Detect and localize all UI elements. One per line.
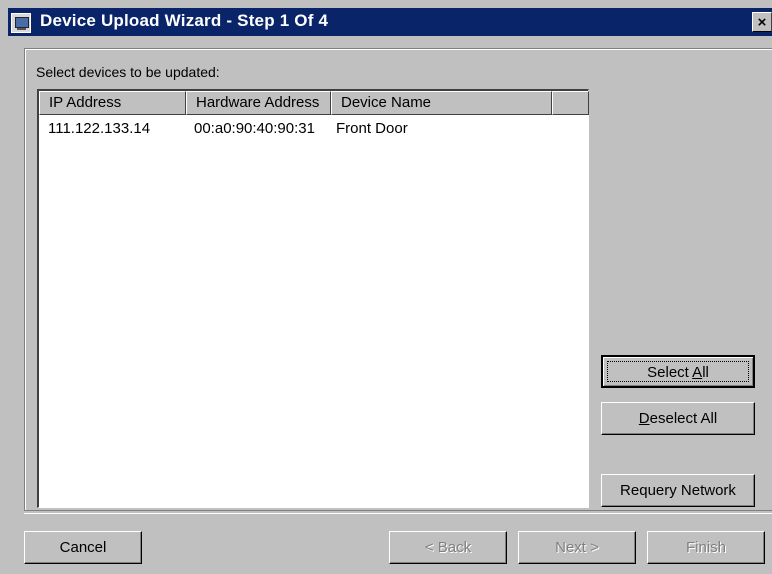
- next-button[interactable]: Next >: [518, 531, 636, 564]
- deselect-all-mnemonic: D: [638, 410, 650, 427]
- select-devices-label: Select devices to be updated:: [36, 64, 220, 80]
- column-hardware-address[interactable]: Hardware Address: [186, 91, 331, 115]
- cancel-button[interactable]: Cancel: [24, 531, 142, 564]
- finish-button[interactable]: Finish: [647, 531, 765, 564]
- focus-rect: [607, 361, 749, 382]
- device-list[interactable]: IP Address Hardware Address Device Name …: [37, 89, 589, 508]
- separator: [24, 510, 772, 514]
- requery-network-button[interactable]: Requery Network: [601, 474, 755, 507]
- select-all-button[interactable]: Select All: [601, 355, 755, 388]
- close-button[interactable]: ×: [752, 12, 772, 32]
- cell-hardware-address: 00:a0:90:40:90:31: [194, 120, 315, 137]
- table-row[interactable]: 111.122.133.14 00:a0:90:40:90:31 Front D…: [39, 118, 588, 140]
- deselect-all-button[interactable]: Deselect All: [601, 402, 755, 435]
- back-button[interactable]: < Back: [389, 531, 507, 564]
- column-device-name[interactable]: Device Name: [331, 91, 552, 115]
- column-ip-address[interactable]: IP Address: [39, 91, 186, 115]
- deselect-all-label: eselect All: [649, 410, 718, 427]
- list-header: IP Address Hardware Address Device Name: [39, 91, 589, 115]
- window-title: Device Upload Wizard - Step 1 Of 4: [40, 11, 329, 30]
- title-bar[interactable]: Device Upload Wizard - Step 1 Of 4 ×: [8, 8, 772, 36]
- column-filler[interactable]: [552, 91, 589, 115]
- cell-device-name: Front Door: [336, 120, 408, 137]
- cell-ip-address: 111.122.133.14: [48, 120, 151, 137]
- computer-icon: [11, 13, 31, 33]
